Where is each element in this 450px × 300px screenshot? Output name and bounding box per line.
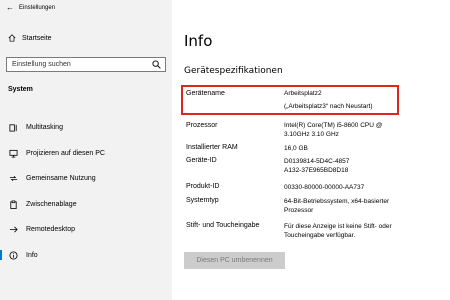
- sidebar: ← Einstellungen Startseite Einstellung s…: [0, 0, 172, 300]
- sidebar-item-clipboard[interactable]: Zwischenablage: [0, 196, 172, 212]
- sidebar-item-shared-experiences[interactable]: Gemeinsame Nutzung: [0, 170, 172, 186]
- clipboard-icon: [8, 199, 18, 209]
- multitasking-icon: [8, 122, 18, 132]
- spec-label-product-id: Produkt-ID: [186, 183, 220, 190]
- spec-value-product-id: 00330-80000-00000-AA737: [284, 183, 444, 192]
- spec-value-line: Prozessor: [284, 207, 314, 214]
- search-input[interactable]: Einstellung suchen: [6, 57, 166, 72]
- device-specs-heading: Gerätespezifikationen: [184, 66, 283, 76]
- spec-value-pen-touch: Für diese Anzeige ist keine Stift- oder …: [284, 222, 444, 240]
- sidebar-item-label: Remotedesktop: [26, 225, 76, 233]
- rename-pc-button[interactable]: Diesen PC umbenennen: [184, 252, 285, 269]
- main-content: Info Gerätespezifikationen Gerätename Ar…: [172, 0, 450, 300]
- spec-label-processor: Prozessor: [186, 122, 218, 129]
- spec-value-line: 3.10GHz 3.10 GHz: [284, 131, 339, 138]
- sidebar-item-project[interactable]: Projizieren auf diesen PC: [0, 145, 172, 161]
- spec-value-line: Toucheingabe verfügbar.: [284, 232, 356, 239]
- spec-value-ram: 16,0 GB: [284, 144, 444, 153]
- sidebar-item-label: Gemeinsame Nutzung: [26, 174, 96, 182]
- sidebar-item-label: Zwischenablage: [26, 200, 77, 208]
- spec-value-line: 64-Bit-Betriebssystem, x64-basierter: [284, 198, 390, 205]
- search-icon[interactable]: [152, 60, 161, 69]
- spec-value-line: A132-37E965BD8D18: [284, 167, 349, 174]
- spec-label-pen-touch: Stift- und Toucheingabe: [186, 222, 260, 229]
- window-title: Einstellungen: [19, 5, 56, 11]
- page-title: Info: [184, 32, 213, 50]
- spec-value-line: Intel(R) Core(TM) i5-8600 CPU @: [284, 122, 383, 129]
- spec-label-system-type: Systemtyp: [186, 197, 219, 204]
- spec-value-processor: Intel(R) Core(TM) i5-8600 CPU @ 3.10GHz …: [284, 121, 444, 139]
- window-title-bar: ← Einstellungen: [6, 4, 55, 12]
- sidebar-section-label: System: [8, 86, 33, 93]
- project-icon: [8, 148, 18, 158]
- info-icon: [8, 250, 18, 260]
- spec-label-device-id: Geräte-ID: [186, 157, 217, 164]
- shared-experiences-icon: [8, 173, 18, 183]
- spec-value-device-id: D0139814-5D4C-4857 A132-37E965BD8D18: [284, 157, 444, 175]
- spec-value-line: 16,0 GB: [284, 145, 308, 152]
- sidebar-item-label: Projizieren auf diesen PC: [26, 149, 105, 157]
- remote-desktop-icon: [8, 224, 18, 234]
- sidebar-item-label: Multitasking: [26, 123, 63, 131]
- home-icon: [8, 34, 16, 42]
- sidebar-item-label: Info: [26, 251, 38, 259]
- back-arrow-icon[interactable]: ←: [6, 4, 14, 12]
- device-name-highlight-box: [181, 85, 399, 115]
- sidebar-item-remote-desktop[interactable]: Remotedesktop: [0, 221, 172, 237]
- sidebar-item-home[interactable]: Startseite: [8, 34, 52, 42]
- spec-value-system-type: 64-Bit-Betriebssystem, x64-basierter Pro…: [284, 197, 444, 215]
- spec-value-line: Für diese Anzeige ist keine Stift- oder: [284, 223, 392, 230]
- sidebar-item-home-label: Startseite: [22, 34, 52, 42]
- sidebar-item-info[interactable]: Info: [0, 247, 172, 263]
- spec-label-ram: Installierter RAM: [186, 144, 238, 151]
- spec-value-line: D0139814-5D4C-4857: [284, 158, 350, 165]
- spec-value-line: 00330-80000-00000-AA737: [284, 184, 365, 191]
- sidebar-item-multitasking[interactable]: Multitasking: [0, 119, 172, 135]
- search-placeholder: Einstellung suchen: [12, 61, 71, 68]
